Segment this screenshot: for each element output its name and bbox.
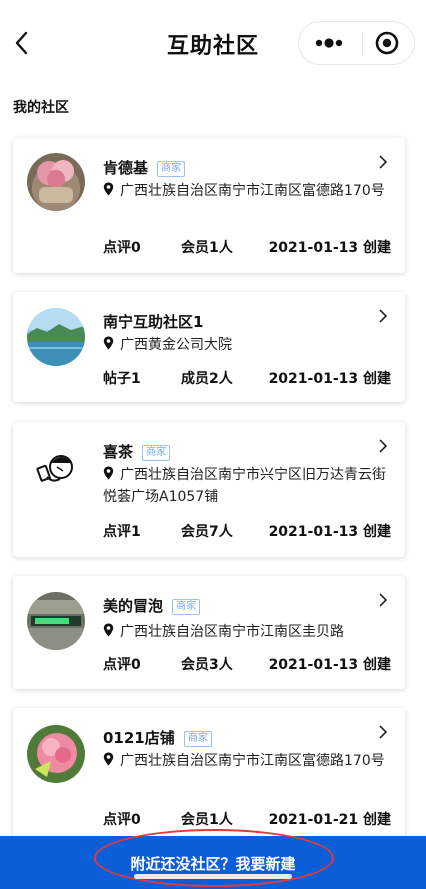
- member-count: 会员1人: [181, 812, 233, 828]
- address-text: 广西壮族自治区南宁市兴宁区旧万达青云街悦荟广场A1057铺: [103, 467, 386, 505]
- community-card[interactable]: 南宁互助社区1 广西黄金公司大院 帖子1 成员2人 2021-01-13 创建: [13, 292, 405, 402]
- location-pin-icon: [103, 752, 114, 766]
- community-avatar: [27, 725, 85, 783]
- location-pin-icon: [103, 623, 114, 637]
- address-text: 广西黄金公司大院: [120, 337, 232, 353]
- community-name: 0121店铺 商家: [103, 727, 212, 748]
- community-name-text: 肯德基: [103, 159, 149, 177]
- community-avatar: [27, 153, 85, 211]
- community-address: 广西壮族自治区南宁市江南区富德路170号: [103, 180, 389, 202]
- section-title: 我的社区: [13, 100, 69, 116]
- location-pin-icon: [103, 336, 114, 350]
- home-indicator: [134, 874, 292, 879]
- chevron-right-icon: [379, 439, 388, 453]
- community-name: 肯德基 商家: [103, 157, 186, 178]
- address-text: 广西壮族自治区南宁市江南区富德路170号: [120, 753, 385, 769]
- community-avatar: [27, 592, 85, 650]
- community-address: 广西壮族自治区南宁市江南区圭贝路: [103, 621, 389, 643]
- member-count: 会员3人: [181, 657, 233, 673]
- mini-program-capsule: [298, 21, 415, 65]
- created-date: 2021-01-21 创建: [268, 812, 391, 828]
- review-count: 点评0: [103, 812, 141, 828]
- merchant-badge: 商家: [142, 445, 171, 461]
- chevron-right-icon: [379, 593, 388, 607]
- close-mini-program-button[interactable]: [363, 22, 415, 64]
- target-circle-icon: [375, 31, 399, 55]
- community-address: 广西黄金公司大院: [103, 334, 389, 356]
- merchant-badge: 商家: [172, 599, 201, 615]
- address-text: 广西壮族自治区南宁市江南区富德路170号: [120, 183, 385, 199]
- location-pin-icon: [103, 466, 114, 480]
- member-count: 会员1人: [181, 240, 233, 256]
- created-date: 2021-01-13 创建: [268, 240, 391, 256]
- created-date: 2021-01-13 创建: [268, 524, 391, 540]
- community-name: 南宁互助社区1: [103, 313, 204, 331]
- chevron-right-icon: [379, 155, 388, 169]
- chevron-right-icon: [379, 309, 388, 323]
- review-count: 点评0: [103, 657, 141, 673]
- member-count: 会员7人: [181, 524, 233, 540]
- created-date: 2021-01-13 创建: [268, 371, 391, 387]
- more-dots-icon: [315, 38, 343, 48]
- chevron-right-icon: [379, 725, 388, 739]
- community-name: 美的冒泡 商家: [103, 595, 201, 616]
- location-pin-icon: [103, 182, 114, 196]
- community-name-text: 美的冒泡: [103, 597, 164, 615]
- community-name: 喜茶 商家: [103, 441, 171, 462]
- community-address: 广西壮族自治区南宁市兴宁区旧万达青云街悦荟广场A1057铺: [103, 464, 389, 508]
- community-card[interactable]: 0121店铺 商家 广西壮族自治区南宁市江南区富德路170号 点评0 会员1人 …: [13, 708, 405, 843]
- community-name-text: 0121店铺: [103, 729, 175, 747]
- merchant-badge: 商家: [157, 161, 186, 177]
- community-name-text: 喜茶: [103, 443, 134, 461]
- community-address: 广西壮族自治区南宁市江南区富德路170号: [103, 750, 389, 772]
- review-count: 点评1: [103, 524, 141, 540]
- page: 互助社区 我的社区 肯德基 商家 广西壮族自治区南宁市江南区富德路170号 点评…: [0, 0, 426, 889]
- member-count: 成员2人: [181, 371, 233, 387]
- created-date: 2021-01-13 创建: [268, 657, 391, 673]
- community-card[interactable]: 肯德基 商家 广西壮族自治区南宁市江南区富德路170号 点评0 会员1人 202…: [13, 138, 405, 273]
- review-count: 点评0: [103, 240, 141, 256]
- community-card[interactable]: 喜茶 商家 广西壮族自治区南宁市兴宁区旧万达青云街悦荟广场A1057铺 点评1 …: [13, 422, 405, 557]
- community-avatar: [27, 437, 85, 495]
- address-text: 广西壮族自治区南宁市江南区圭贝路: [120, 624, 344, 640]
- more-button[interactable]: [299, 22, 362, 64]
- post-count: 帖子1: [103, 371, 141, 387]
- community-avatar: [27, 308, 85, 366]
- community-card[interactable]: 美的冒泡 商家 广西壮族自治区南宁市江南区圭贝路 点评0 会员3人 2021-0…: [13, 576, 405, 689]
- nav-header: 互助社区: [0, 0, 426, 86]
- merchant-badge: 商家: [183, 731, 212, 747]
